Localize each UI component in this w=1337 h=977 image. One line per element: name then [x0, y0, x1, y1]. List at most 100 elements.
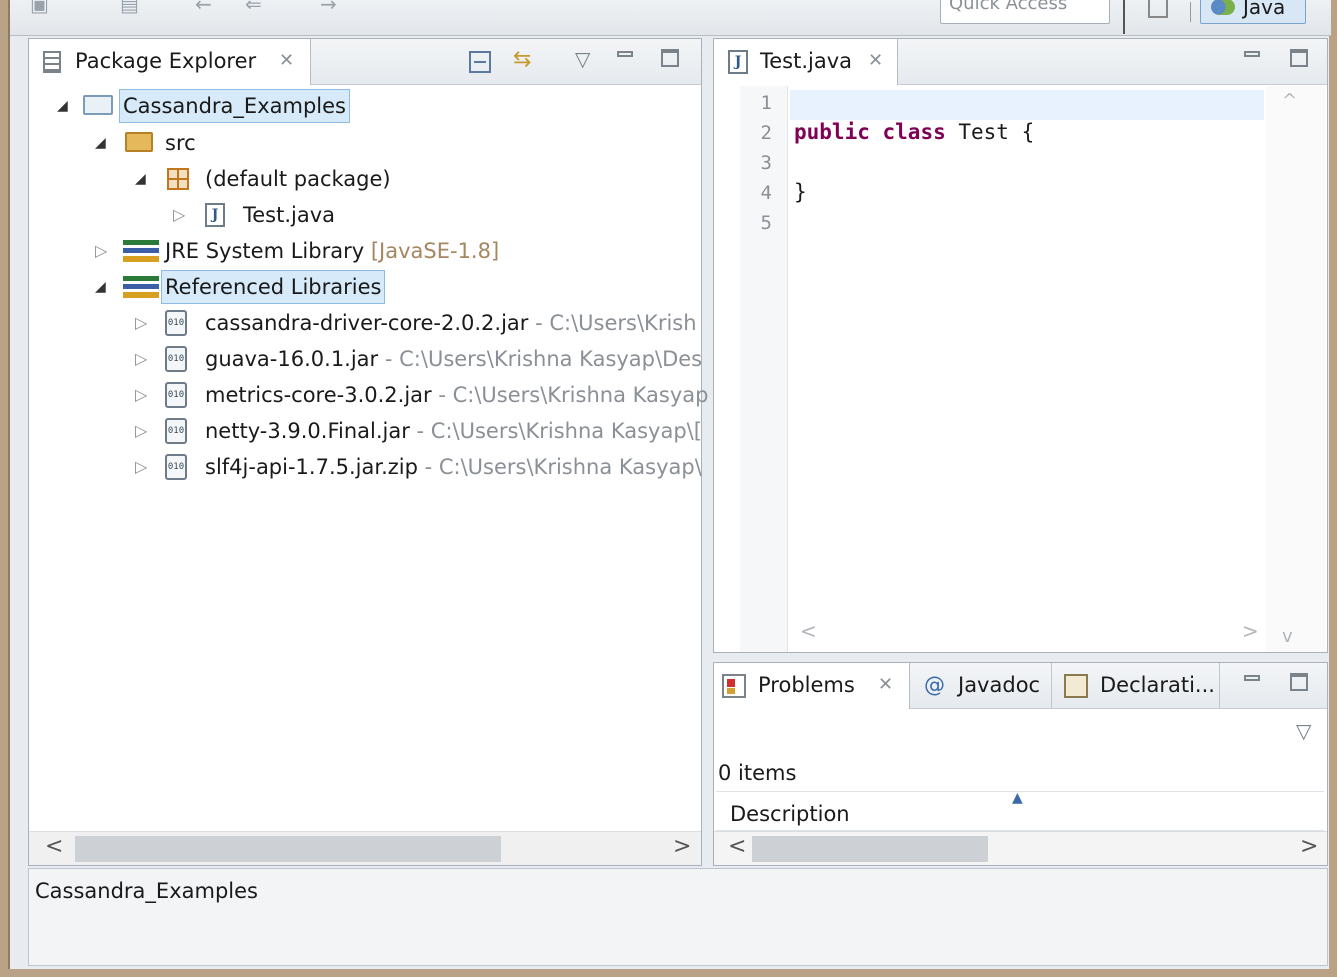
- status-text: Cassandra_Examples: [35, 879, 258, 903]
- tab-declaration-label: Declarati...: [1100, 673, 1215, 697]
- java-perspective-icon: [1211, 0, 1235, 15]
- package-icon: [167, 168, 189, 190]
- sort-ascending-icon: ▲: [1012, 790, 1023, 806]
- problems-hscrollbar[interactable]: < >: [714, 831, 1327, 865]
- collapse-all-icon[interactable]: [469, 51, 491, 73]
- line-number: 1: [760, 92, 772, 114]
- main-toolbar: ▣ ▤ ← ⇐ → Quick Access Java: [10, 0, 1331, 36]
- scroll-thumb[interactable]: [75, 836, 501, 862]
- problems-tabbar: Problems ✕ @ Javadoc Declarati...: [714, 663, 1327, 709]
- jar-name: netty-3.9.0.Final.jar: [205, 419, 410, 443]
- tab-declaration[interactable]: Declarati...: [1054, 663, 1220, 709]
- view-menu-icon[interactable]: ▽: [1296, 719, 1311, 743]
- minimize-icon[interactable]: [1244, 51, 1260, 57]
- jre-version: [JavaSE-1.8]: [370, 239, 500, 263]
- code-line-4: }: [794, 180, 807, 204]
- forward-icon[interactable]: →: [320, 0, 337, 16]
- collapsed-twisty-icon[interactable]: ▷: [95, 234, 107, 268]
- problems-view: Problems ✕ @ Javadoc Declarati... ▽ 0 it…: [713, 662, 1328, 866]
- tab-javadoc-label: Javadoc: [958, 673, 1041, 697]
- scroll-right-icon[interactable]: >: [1242, 619, 1259, 643]
- maximize-icon[interactable]: [661, 49, 679, 67]
- library-icon: [123, 276, 159, 298]
- view-menu-icon[interactable]: ▽: [575, 47, 590, 71]
- line-number: 4: [760, 182, 772, 204]
- collapsed-twisty-icon[interactable]: ▷: [135, 306, 147, 340]
- jar-label: netty-3.9.0.Final.jar - C:\Users\Krishna…: [205, 414, 702, 448]
- close-icon[interactable]: ✕: [878, 674, 893, 695]
- collapsed-twisty-icon[interactable]: ▷: [135, 450, 147, 484]
- jar-icon: 010: [165, 454, 187, 480]
- line-number: 2: [760, 122, 772, 144]
- scroll-left-icon[interactable]: <: [45, 834, 63, 859]
- back-dropdown-icon[interactable]: ⇐: [245, 0, 262, 16]
- jar-path: - C:\Users\Krishna Kasyap\Des: [378, 347, 703, 371]
- tab-package-explorer[interactable]: Package Explorer ✕: [29, 39, 311, 85]
- expanded-twisty-icon[interactable]: ◢: [95, 126, 106, 160]
- jar-name: metrics-core-3.0.2.jar: [205, 383, 432, 407]
- current-line-highlight: [790, 90, 1264, 120]
- save-icon[interactable]: ▤: [120, 0, 139, 16]
- scroll-right-icon[interactable]: >: [673, 834, 691, 859]
- scroll-left-icon[interactable]: <: [728, 834, 746, 859]
- package-explorer-icon: [43, 51, 61, 73]
- collapsed-twisty-icon[interactable]: ▷: [135, 414, 147, 448]
- declaration-icon: [1064, 674, 1088, 698]
- javadoc-icon: @: [924, 673, 945, 697]
- open-perspective-icon[interactable]: [1148, 0, 1168, 18]
- collapsed-twisty-icon[interactable]: ▷: [135, 342, 147, 376]
- java-perspective-button[interactable]: Java: [1200, 0, 1306, 24]
- link-with-editor-icon[interactable]: ⇆: [513, 47, 531, 72]
- jar-label: slf4j-api-1.7.5.jar.zip - C:\Users\Krish…: [205, 450, 702, 484]
- jar-label: guava-16.0.1.jar - C:\Users\Krishna Kasy…: [205, 342, 702, 376]
- new-icon[interactable]: ▣: [30, 0, 49, 16]
- scroll-up-icon[interactable]: ^: [1282, 90, 1297, 111]
- package-explorer-view: Package Explorer ✕ ⇆ ▽ ◢ Cassandra_Examp…: [28, 38, 708, 866]
- code-editor[interactable]: 1 2 3 4 5 public class Test { }: [740, 86, 1266, 652]
- keyword-class: class: [882, 120, 946, 144]
- maximize-icon[interactable]: [1290, 49, 1308, 67]
- column-header-description[interactable]: Description: [730, 802, 850, 826]
- problems-icon: [722, 674, 746, 698]
- jar-label: metrics-core-3.0.2.jar - C:\Users\Krishn…: [205, 378, 708, 412]
- scroll-left-icon[interactable]: <: [800, 619, 817, 643]
- package-explorer-hscrollbar[interactable]: < >: [29, 831, 701, 865]
- back-icon[interactable]: ←: [195, 0, 212, 16]
- jar-path: - C:\Users\Krishna Kasyap\[: [409, 419, 702, 443]
- jar-name: cassandra-driver-core-2.0.2.jar: [205, 311, 529, 335]
- maximize-icon[interactable]: [1290, 673, 1308, 691]
- tab-problems[interactable]: Problems ✕: [714, 663, 910, 709]
- editor-hscrollbar[interactable]: < >: [740, 617, 1326, 651]
- expanded-twisty-icon[interactable]: ◢: [95, 270, 106, 304]
- collapsed-twisty-icon[interactable]: ▷: [173, 198, 185, 232]
- close-icon[interactable]: ✕: [868, 50, 883, 71]
- tree-label-test-java: Test.java: [243, 203, 336, 227]
- collapsed-twisty-icon[interactable]: ▷: [135, 378, 147, 412]
- expanded-twisty-icon[interactable]: ◢: [57, 89, 68, 123]
- scroll-right-icon[interactable]: >: [1300, 834, 1318, 859]
- perspective-separator: [1190, 2, 1191, 22]
- eclipse-window: ▣ ▤ ← ⇐ → Quick Access Java Package Expl…: [8, 0, 1331, 969]
- problems-table-header: Description ▲: [716, 790, 1324, 831]
- line-number: 5: [760, 212, 772, 234]
- close-icon[interactable]: ✕: [279, 50, 294, 71]
- quick-access-input[interactable]: Quick Access: [940, 0, 1110, 24]
- expanded-twisty-icon[interactable]: ◢: [135, 162, 146, 196]
- scroll-thumb[interactable]: [752, 836, 988, 862]
- line-number-gutter: 1 2 3 4 5: [740, 86, 788, 652]
- editor-tabbar: J Test.java ✕: [714, 39, 1327, 85]
- source-folder-icon: [125, 132, 153, 152]
- jar-label: cassandra-driver-core-2.0.2.jar - C:\Use…: [205, 306, 697, 340]
- project-folder-icon: [83, 95, 113, 115]
- tab-test-java[interactable]: J Test.java ✕: [714, 39, 898, 85]
- keyword-public: public: [794, 120, 870, 144]
- tree-label-default-package: (default package): [205, 167, 391, 191]
- minimize-icon[interactable]: [617, 51, 633, 57]
- tab-javadoc[interactable]: @ Javadoc: [912, 663, 1052, 709]
- tab-test-java-label: Test.java: [760, 49, 853, 73]
- editor-vscrollbar[interactable]: ^ v: [1266, 86, 1326, 652]
- tree-label-referenced-libraries: Referenced Libraries: [161, 270, 386, 304]
- jar-icon: 010: [165, 382, 187, 408]
- minimize-icon[interactable]: [1244, 675, 1260, 681]
- jar-name: slf4j-api-1.7.5.jar.zip: [205, 455, 418, 479]
